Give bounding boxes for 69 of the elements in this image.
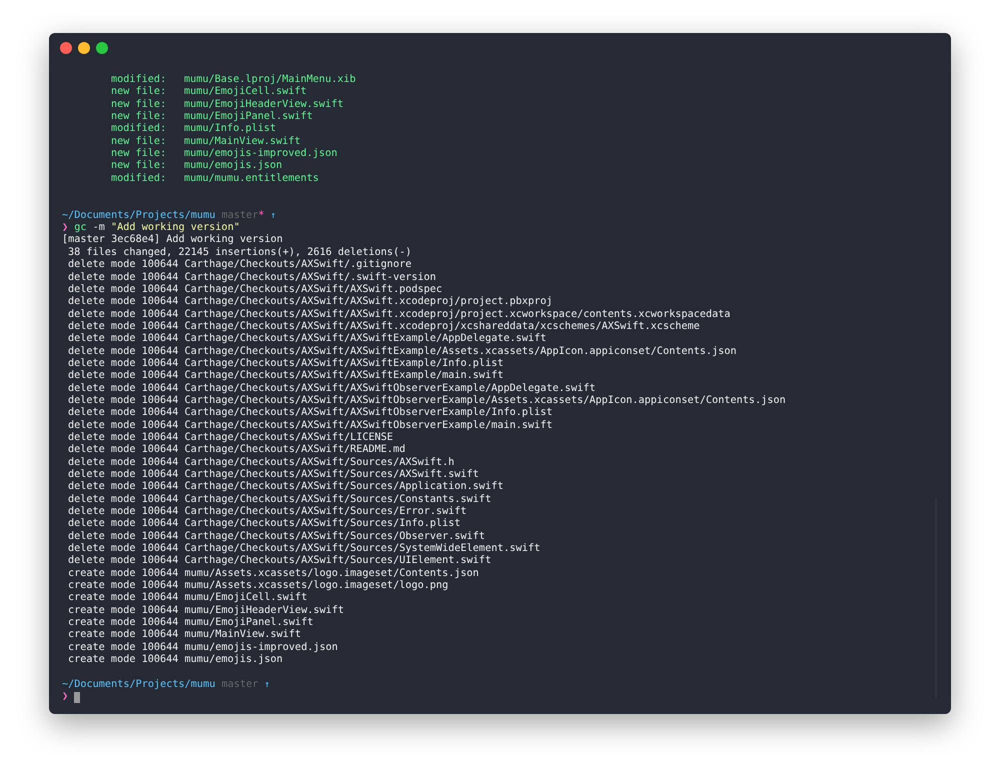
window-close-button[interactable] — [60, 42, 72, 54]
status-label: new file: — [111, 98, 168, 111]
file-path: mumu/EmojiCell.swift — [184, 86, 307, 99]
output-line: 38 files changed, 22145 insertions(+), 2616 deletions(-) — [67, 246, 412, 259]
output-line: delete mode 100644 Carthage/Checkouts/AXSwift/.gitignore — [67, 259, 412, 272]
output-line: create mode 100644 mumu/MainView.swift — [67, 629, 302, 642]
output-line: delete mode 100644 Carthage/Checkouts/AXSwift/AXSwiftExample/Info.plist — [67, 358, 504, 370]
output-line: delete mode 100644 Carthage/Checkouts/AXSwift/AXSwiftObserverExample/AppDelegate.swift — [67, 382, 596, 395]
output-line: delete mode 100644 Carthage/Checkouts/AXSwift/AXSwiftExample/AppDelegate.swift — [67, 333, 546, 346]
output-line: delete mode 100644 Carthage/Checkouts/AXSwift/AXSwiftExample/main.swift — [67, 370, 504, 383]
status-label: new file: — [111, 136, 168, 148]
command-name: gc — [74, 222, 87, 234]
output-line: create mode 100644 mumu/emojis.json — [67, 654, 283, 666]
ahead-mark: ↑ — [264, 678, 270, 692]
file-path: mumu/EmojiHeaderView.swift — [184, 98, 344, 111]
file-path: mumu/EmojiPanel.swift — [184, 111, 313, 123]
output-line: [master 3ec68e4] Add working version — [62, 234, 283, 247]
output-line: delete mode 100644 Carthage/Checkouts/AXSwift/AXSwift.podspec — [67, 284, 442, 296]
status-label: new file: — [111, 160, 168, 173]
text-cursor — [74, 692, 80, 703]
git-branch: master — [221, 210, 258, 222]
status-label: new file: — [111, 86, 168, 99]
status-label: modified: — [111, 172, 168, 186]
output-line: delete mode 100644 Carthage/Checkouts/AXSwift/AXSwift.xcodeproj/xcshareddata/xcschemes/AXSwift.xcscheme — [67, 320, 700, 333]
output-line: delete mode 100644 Carthage/Checkouts/AXSwift/AXSwiftObserverExample/Assets.xcassets/AppIcon.appiconset/Contents.json — [67, 394, 786, 407]
output-line: create mode 100644 mumu/Assets.xcassets/logo.imageset/Contents.json — [67, 568, 479, 580]
file-path: mumu/mumu.entitlements — [184, 172, 319, 186]
output-line: delete mode 100644 Carthage/Checkouts/AXSwift/.swift-version — [67, 272, 436, 284]
status-label: new file: — [111, 111, 168, 123]
file-path: mumu/Base.lproj/MainMenu.xib — [184, 74, 356, 86]
status-label: new file: — [111, 148, 168, 160]
git-branch: master — [221, 678, 258, 692]
status-label: modified: — [111, 123, 168, 136]
output-line: delete mode 100644 Carthage/Checkouts/AXSwift/Sources/Info.plist — [67, 518, 461, 531]
output-line: create mode 100644 mumu/EmojiCell.swift — [67, 592, 308, 605]
output-line: delete mode 100644 Carthage/Checkouts/AXSwift/LICENSE — [67, 432, 394, 444]
window-minimize-button[interactable] — [78, 42, 90, 54]
output-line: delete mode 100644 Carthage/Checkouts/AXSwift/Sources/UIElement.swift — [67, 555, 492, 568]
file-path: mumu/emojis.json — [184, 160, 282, 173]
output-line: delete mode 100644 Carthage/Checkouts/AXSwift/AXSwift.xcodeproj/project.xcworkspace/contents.xcworkspacedata — [67, 308, 730, 321]
output-line: delete mode 100644 Carthage/Checkouts/AXSwift/Sources/Observer.swift — [67, 530, 486, 543]
dirty-mark: * — [258, 210, 264, 222]
output-line: delete mode 100644 Carthage/Checkouts/AXSwift/README.md — [67, 444, 406, 457]
prompt-symbol: ❯ — [62, 222, 68, 234]
output-line: delete mode 100644 Carthage/Checkouts/AXSwift/Sources/AXSwift.h — [67, 456, 454, 469]
file-path: mumu/MainView.swift — [184, 136, 301, 148]
file-path: mumu/emojis-improved.json — [184, 148, 338, 160]
output-line: delete mode 100644 Carthage/Checkouts/AXSwift/AXSwiftExample/Assets.xcassets/AppIcon.appiconset/Contents.json — [67, 346, 737, 358]
command-argument: "Add working version" — [111, 222, 240, 234]
window-zoom-button[interactable] — [96, 42, 108, 54]
file-path: mumu/Info.plist — [184, 123, 276, 136]
output-line: delete mode 100644 Carthage/Checkouts/AXSwift/Sources/Constants.swift — [67, 494, 492, 506]
output-line: delete mode 100644 Carthage/Checkouts/AXSwift/Sources/AXSwift.swift — [67, 469, 479, 481]
output-line: delete mode 100644 Carthage/Checkouts/AXSwift/Sources/SystemWideElement.swift — [67, 543, 540, 555]
output-line: delete mode 100644 Carthage/Checkouts/AXSwift/AXSwift.xcodeproj/project.pbxproj — [67, 296, 553, 309]
output-line: delete mode 100644 Carthage/Checkouts/AXSwift/AXSwiftObserverExample/Info.plist — [67, 407, 553, 420]
output-line: delete mode 100644 Carthage/Checkouts/AXSwift/AXSwiftObserverExample/main.swift — [67, 420, 553, 432]
output-line: delete mode 100644 Carthage/Checkouts/AXSwift/Sources/Application.swift — [67, 481, 504, 494]
prompt-symbol: ❯ — [62, 691, 68, 704]
prompt-path: ~/Documents/Projects/mumu — [62, 678, 216, 692]
output-line: create mode 100644 mumu/Assets.xcassets/logo.imageset/logo.png — [67, 580, 448, 592]
output-line: create mode 100644 mumu/EmojiHeaderView.swift — [67, 604, 344, 617]
prompt-path: ~/Documents/Projects/mumu — [62, 210, 216, 222]
output-line: delete mode 100644 Carthage/Checkouts/AXSwift/Sources/Error.swift — [67, 506, 467, 518]
command-option-text: -m — [92, 222, 105, 234]
ahead-mark: ↑ — [270, 210, 276, 222]
status-label: modified: — [111, 74, 168, 86]
output-line: create mode 100644 mumu/EmojiPanel.swift — [67, 617, 314, 629]
output-line: create mode 100644 mumu/emojis-improved.json — [67, 642, 338, 654]
